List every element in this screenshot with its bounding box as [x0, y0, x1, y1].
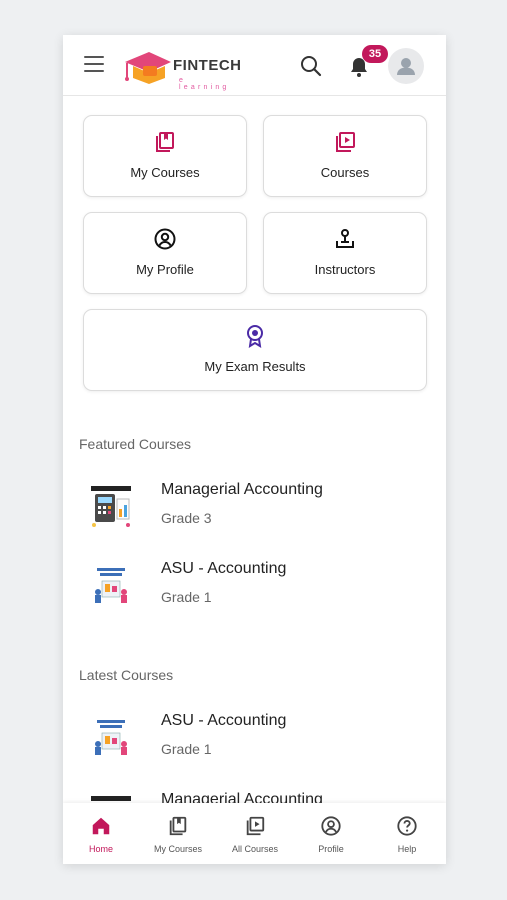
managerial-accounting-thumbnail: [91, 486, 131, 527]
course-grade: Grade 3: [161, 510, 212, 526]
avatar-user-icon: [397, 58, 415, 75]
course-name: ASU - Accounting: [161, 560, 287, 577]
video-library-icon: [336, 132, 355, 152]
app-bar: FINTECH e learning 35: [63, 35, 446, 96]
bottom-navigation: Home My Courses All Courses Profile Help: [63, 803, 446, 864]
course-list-item[interactable]: ASU - Accounting Grade 1: [63, 554, 446, 620]
tile-label: My Courses: [130, 165, 200, 180]
home-icon: [92, 817, 110, 835]
all-courses-icon: [246, 816, 265, 836]
nav-my-courses[interactable]: My Courses: [140, 803, 216, 864]
tile-label: My Profile: [136, 262, 194, 277]
avatar[interactable]: [388, 48, 424, 84]
latest-courses-title: Latest Courses: [79, 667, 174, 683]
logo-text: FINTECH: [173, 57, 242, 74]
course-list-item[interactable]: ASU - Accounting Grade 1: [63, 706, 446, 772]
tile-my-exam-results[interactable]: My Exam Results: [83, 309, 427, 391]
bookmark-book-icon: [156, 132, 174, 152]
fintech-logo: FINTECH e learning: [121, 44, 242, 91]
search-icon[interactable]: [299, 54, 323, 78]
nav-label: All Courses: [231, 844, 278, 854]
tile-instructors[interactable]: Instructors: [263, 212, 427, 294]
featured-courses-title: Featured Courses: [79, 436, 192, 452]
help-icon: [397, 816, 417, 836]
tile-my-courses[interactable]: My Courses: [83, 115, 247, 197]
nav-all-courses[interactable]: All Courses: [217, 803, 293, 864]
notification-badge: 35: [362, 45, 388, 63]
graduation-cap-logo-icon: [125, 52, 171, 84]
course-grade: Grade 1: [161, 741, 212, 757]
nav-help[interactable]: Help: [369, 803, 445, 864]
nav-label: Home: [88, 844, 113, 854]
my-courses-icon: [169, 816, 187, 836]
tile-label: Instructors: [314, 262, 376, 277]
award-medal-icon: [247, 325, 263, 348]
course-name: Managerial Accounting: [161, 481, 323, 498]
tile-label: Courses: [320, 165, 370, 180]
logo-subtitle: e learning: [179, 77, 230, 91]
tile-label: My Exam Results: [204, 359, 306, 374]
instructor-icon: [336, 229, 354, 248]
profile-icon: [321, 816, 341, 836]
user-circle-icon: [154, 228, 176, 250]
app-screen: FINTECH e learning 35 My Courses Courses…: [63, 35, 446, 864]
menu-icon[interactable]: [84, 56, 104, 72]
nav-label: My Courses: [153, 844, 202, 854]
course-grade: Grade 1: [161, 589, 212, 605]
tile-my-profile[interactable]: My Profile: [83, 212, 247, 294]
nav-home[interactable]: Home: [63, 803, 139, 864]
course-name: ASU - Accounting: [161, 712, 287, 729]
accounting-principles-thumbnail: [95, 568, 127, 603]
tile-courses[interactable]: Courses: [263, 115, 427, 197]
nav-profile[interactable]: Profile: [293, 803, 369, 864]
course-list-item[interactable]: Managerial Accounting Grade 3: [63, 475, 446, 541]
accounting-principles-thumbnail: [95, 720, 127, 755]
nav-label: Profile: [318, 844, 344, 854]
nav-label: Help: [397, 844, 417, 854]
